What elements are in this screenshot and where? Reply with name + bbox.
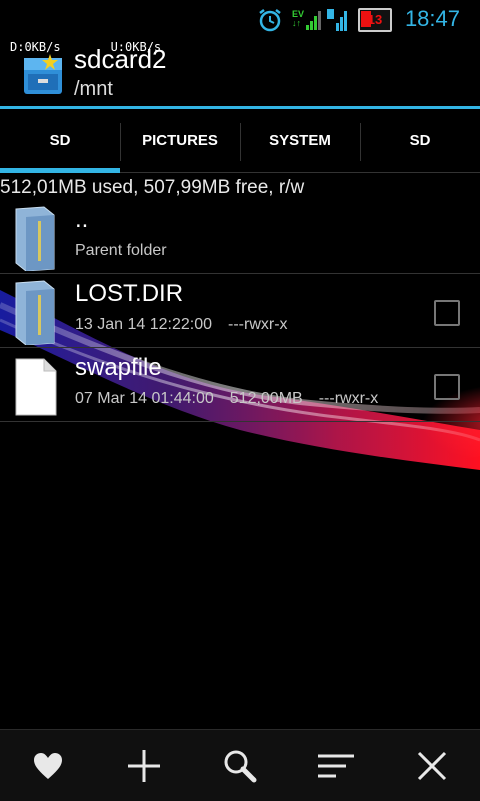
list-item-lost-dir[interactable]: LOST.DIR 13 Jan 14 12:22:00 ---rwxr-x: [0, 274, 480, 348]
file-manager-app-icon[interactable]: [22, 52, 64, 96]
tab-system[interactable]: SYSTEM: [240, 109, 360, 172]
search-icon: [224, 750, 257, 782]
signal-icon: [306, 11, 321, 30]
current-path: /mnt: [74, 78, 113, 100]
file-name: LOST.DIR: [75, 280, 184, 307]
file-date: 07 Mar 14 01:44:00: [75, 390, 214, 407]
file-permissions: ---rwxr-x: [318, 390, 379, 407]
clock: 18:47: [404, 6, 460, 31]
file-icon: [15, 358, 57, 416]
upload-speed: U:0KB/s: [110, 40, 162, 54]
file-name: swapfile: [75, 354, 162, 381]
select-checkbox[interactable]: [434, 374, 460, 400]
status-bar: EV ↓↑ 13 18:47: [0, 0, 480, 38]
download-speed: D:0KB/s: [10, 40, 61, 54]
tab-pictures[interactable]: PICTURES: [120, 109, 240, 172]
file-name: ..: [75, 206, 89, 233]
folder-icon: [15, 280, 55, 345]
tx-label: ↓↑: [292, 18, 301, 28]
add-button[interactable]: [96, 730, 192, 801]
tab-bar: SD PICTURES SYSTEM SD: [0, 109, 480, 173]
favorites-button[interactable]: [0, 730, 96, 801]
tab-sd-2[interactable]: SD: [360, 109, 480, 172]
select-checkbox[interactable]: [434, 300, 460, 326]
folder-icon: [15, 206, 55, 271]
file-details: 13 Jan 14 12:22:00 ---rwxr-x: [75, 316, 304, 334]
file-list: .. Parent folder LOST.DIR 13 Jan 14 12:2…: [0, 200, 480, 422]
list-item-swapfile[interactable]: swapfile 07 Mar 14 01:44:00 512,00MB ---rw…: [0, 348, 480, 422]
bottom-action-bar: [0, 729, 480, 801]
file-size: 512,00MB: [229, 390, 303, 407]
search-button[interactable]: [192, 730, 288, 801]
data-arrows-icon: EV ↓↑: [292, 10, 304, 28]
battery-icon: 13: [358, 8, 392, 32]
alarm-icon: [259, 9, 281, 32]
file-permissions: ---rwxr-x: [228, 316, 288, 333]
file-date: 13 Jan 14 12:22:00: [75, 316, 213, 333]
file-description: Parent folder: [75, 242, 167, 259]
sort-button[interactable]: [288, 730, 384, 801]
header-divider: [0, 106, 480, 109]
file-details: 07 Mar 14 01:44:00 512,00MB ---rwxr-x: [75, 390, 394, 408]
close-button[interactable]: [384, 730, 480, 801]
net-speed-overlay: D:0KB/s U:0KB/s: [10, 40, 211, 54]
add-plus-icon: [128, 749, 160, 782]
signal-icon-2: [327, 9, 347, 31]
storage-info: 512,01MB used, 507,99MB free, r/w: [0, 177, 305, 198]
favorites-heart-icon: [34, 752, 62, 779]
tab-sd[interactable]: SD: [0, 109, 120, 173]
battery-level: 13: [367, 12, 383, 27]
sort-icon: [318, 754, 354, 777]
list-item-parent-folder[interactable]: .. Parent folder: [0, 200, 480, 274]
close-icon: [417, 751, 447, 780]
